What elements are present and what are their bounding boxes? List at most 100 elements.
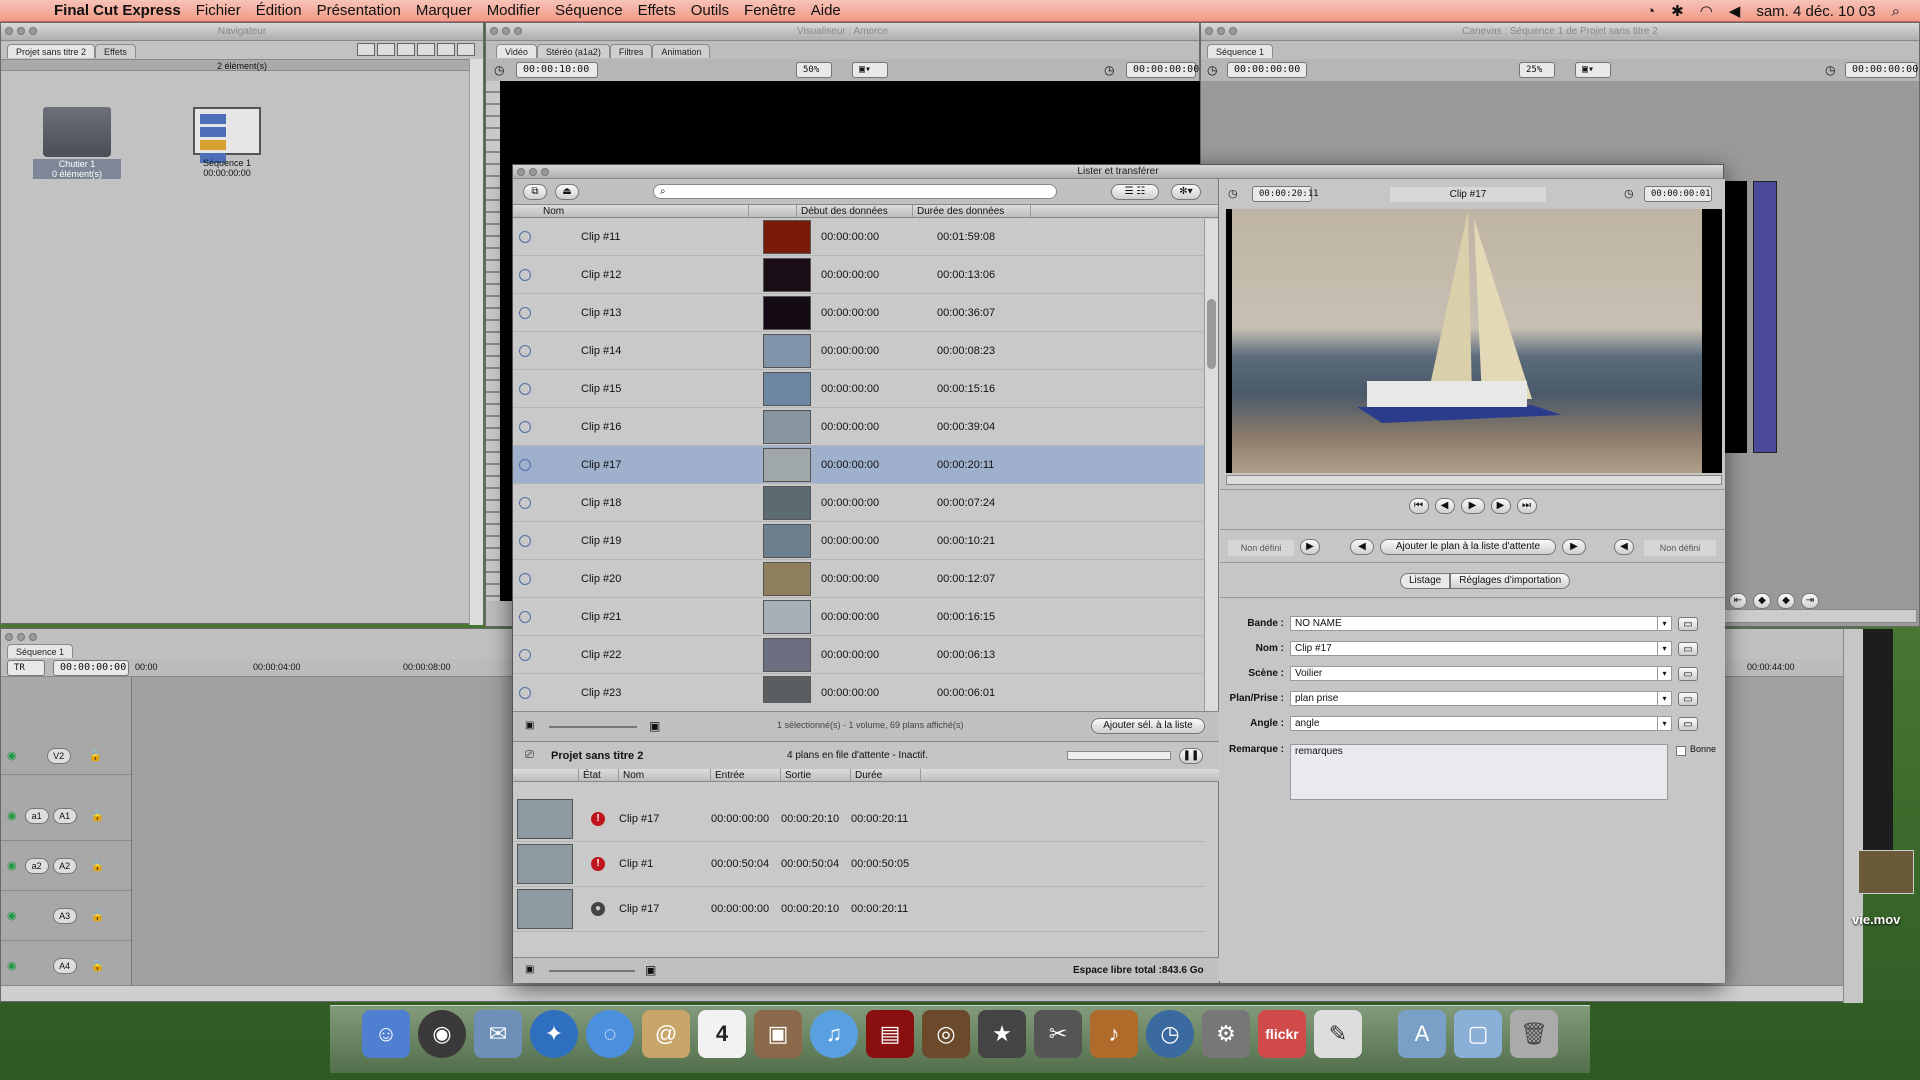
movie-file-icon[interactable]: [1858, 850, 1914, 894]
clip-row[interactable]: Clip #11 00:00:00:00 00:01:59:08: [513, 218, 1204, 256]
view-icon[interactable]: [457, 43, 475, 56]
col-nom-queue[interactable]: Nom: [619, 769, 711, 781]
view-icon[interactable]: [437, 43, 455, 56]
clip-row[interactable]: Clip #13 00:00:00:00 00:00:36:07: [513, 294, 1204, 332]
large-thumb-icon[interactable]: ▣: [649, 719, 660, 733]
volume-icon[interactable]: ◀: [1729, 2, 1741, 20]
view-icon[interactable]: [397, 43, 415, 56]
gear-icon[interactable]: ✻▾: [1171, 184, 1201, 200]
menu-presentation[interactable]: Présentation: [317, 2, 414, 19]
status-radio[interactable]: [519, 648, 531, 661]
tab-effets[interactable]: Effets: [95, 44, 136, 58]
queue-row[interactable]: ! Clip #1 00:00:50:04 00:00:50:04 00:00:50:0…: [513, 842, 1205, 887]
lock-icon[interactable]: 🔒: [89, 749, 103, 762]
clip-row[interactable]: Clip #23 00:00:00:00 00:00:06:01: [513, 674, 1204, 703]
canvas-scrubber[interactable]: [1721, 609, 1917, 623]
textedit-icon[interactable]: ✎: [1314, 1010, 1362, 1058]
thumb-size-slider[interactable]: [549, 726, 637, 728]
itunes-icon[interactable]: ♫: [810, 1010, 858, 1058]
eject-icon[interactable]: ⏏: [555, 184, 579, 200]
search-input[interactable]: ⌕: [653, 184, 1057, 199]
col-duree[interactable]: Durée des données: [913, 205, 1031, 217]
tab-filtres[interactable]: Filtres: [609, 44, 653, 58]
visibility-icon[interactable]: ◉: [7, 809, 17, 822]
status-radio[interactable]: [519, 610, 531, 623]
menu-fenetre[interactable]: Fenêtre: [744, 2, 809, 19]
track-dest-button[interactable]: A2: [52, 857, 77, 874]
preview-out-tc[interactable]: 00:00:00:01: [1644, 186, 1712, 202]
import-icon[interactable]: ⧉: [523, 184, 547, 200]
ichat-icon[interactable]: ◌: [586, 1010, 634, 1058]
viewer-current-tc[interactable]: 00:00:00:00: [1126, 62, 1199, 78]
finder-icon[interactable]: ☺: [362, 1010, 410, 1058]
pause-icon[interactable]: ❚❚: [1179, 748, 1203, 764]
prev-clip-icon[interactable]: ◀: [1350, 539, 1374, 555]
queue-row[interactable]: ! Clip #17 00:00:00:00 00:00:20:10 00:00:20:…: [513, 797, 1205, 842]
status-radio[interactable]: [519, 572, 531, 585]
slate-icon[interactable]: ▭: [1678, 691, 1698, 706]
clip-row[interactable]: Clip #18 00:00:00:00 00:00:07:24: [513, 484, 1204, 522]
menu-edition[interactable]: Édition: [256, 2, 315, 19]
trash-icon[interactable]: 🗑: [1510, 1010, 1558, 1058]
plan-field[interactable]: plan prise ▾: [1290, 691, 1672, 706]
chevron-down-icon[interactable]: ▾: [1657, 617, 1671, 630]
col-nom[interactable]: Nom: [513, 205, 749, 217]
status-radio[interactable]: [519, 496, 531, 509]
large-thumb-icon[interactable]: ▣: [645, 963, 656, 977]
canvas-view-menu[interactable]: ▣▾: [1575, 62, 1611, 78]
chevron-down-icon[interactable]: ▾: [1657, 717, 1671, 730]
clip-row[interactable]: Clip #19 00:00:00:00 00:00:10:21: [513, 522, 1204, 560]
visibility-icon[interactable]: ◉: [7, 749, 17, 762]
status-radio[interactable]: [519, 230, 531, 243]
menu-fichier[interactable]: Fichier: [196, 2, 254, 19]
small-thumb-icon[interactable]: ▣: [525, 720, 534, 731]
visibility-icon[interactable]: ◉: [7, 859, 17, 872]
remarque-field[interactable]: remarques: [1290, 744, 1668, 800]
timeline-scrollbar[interactable]: [1, 985, 1843, 1001]
mail-icon[interactable]: ✉: [474, 1010, 522, 1058]
bande-field[interactable]: NO NAME ▾: [1290, 616, 1672, 631]
track-dest-button[interactable]: A3: [52, 907, 77, 924]
timeline-timecode[interactable]: 00:00:00:00: [53, 660, 129, 676]
status-radio[interactable]: [519, 686, 531, 699]
iphoto-icon[interactable]: ▣: [754, 1010, 802, 1058]
col-duree-queue[interactable]: Durée: [851, 769, 921, 781]
angle-field[interactable]: angle ▾: [1290, 716, 1672, 731]
scene-field[interactable]: Voilier ▾: [1290, 666, 1672, 681]
canvas-prev-edit-icon[interactable]: ⇤: [1729, 593, 1747, 609]
front-row-icon[interactable]: ▤: [866, 1010, 914, 1058]
next-frame-icon[interactable]: ▶: [1490, 498, 1511, 514]
prev-frame-icon[interactable]: ◀: [1434, 498, 1455, 514]
status-radio[interactable]: [519, 268, 531, 281]
menu-aide[interactable]: Aide: [811, 2, 854, 19]
chevron-down-icon[interactable]: ▾: [1657, 667, 1671, 680]
clip-row[interactable]: Clip #16 00:00:00:00 00:00:39:04: [513, 408, 1204, 446]
sequence-item[interactable]: Séquence 1 00:00:00:00: [183, 107, 271, 178]
preview-scrubber[interactable]: [1226, 475, 1722, 485]
tab-stereo[interactable]: Stéréo (a1a2): [536, 44, 610, 58]
slate-icon[interactable]: ▭: [1678, 666, 1698, 681]
preview-in-tc[interactable]: 00:00:20:11: [1252, 186, 1319, 202]
visibility-icon[interactable]: ◉: [7, 909, 17, 922]
app-menu[interactable]: Final Cut Express: [54, 2, 194, 19]
canvas-current-tc[interactable]: 00:00:00:00: [1845, 62, 1918, 78]
time-machine-dock-icon[interactable]: ◷: [1146, 1010, 1194, 1058]
lock-icon[interactable]: 🔒: [91, 809, 105, 822]
viewer-view-menu[interactable]: ▣▾: [852, 62, 888, 78]
lock-icon[interactable]: 🔒: [91, 909, 105, 922]
clock[interactable]: sam. 4 déc. 10 03: [1756, 3, 1875, 20]
track-mode-select[interactable]: TR: [7, 660, 45, 676]
menu-outils[interactable]: Outils: [691, 2, 742, 19]
status-radio[interactable]: [519, 458, 531, 471]
clip-row[interactable]: Clip #12 00:00:00:00 00:00:13:06: [513, 256, 1204, 294]
menu-modifier[interactable]: Modifier: [487, 2, 553, 19]
small-thumb-icon[interactable]: ▣: [525, 964, 534, 975]
tab-projet[interactable]: Projet sans titre 2: [7, 44, 96, 58]
spotlight-icon[interactable]: ⌕: [1892, 3, 1900, 20]
mark-out-icon[interactable]: ◀: [1614, 539, 1634, 555]
canvas-duration[interactable]: 00:00:00:00: [1227, 62, 1307, 78]
applications-folder-icon[interactable]: A: [1398, 1010, 1446, 1058]
imovie-icon[interactable]: ★: [978, 1010, 1026, 1058]
queue-row[interactable]: ● Clip #17 00:00:00:00 00:00:20:10 00:00:20:…: [513, 887, 1205, 932]
col-etat[interactable]: État: [579, 769, 619, 781]
